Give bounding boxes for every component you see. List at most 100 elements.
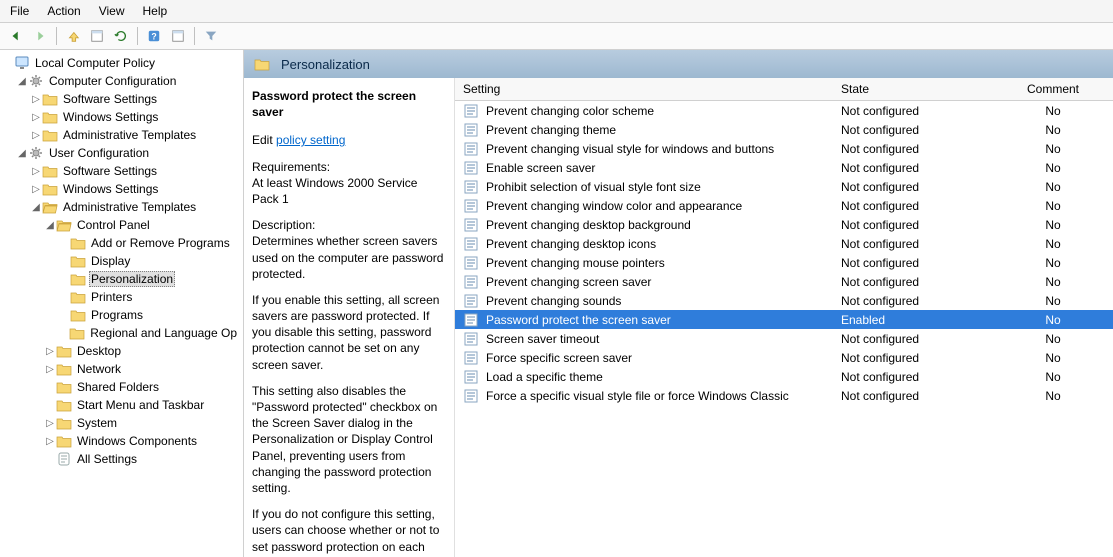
setting-row[interactable]: Force specific screen saverNot configure…	[455, 348, 1113, 367]
tree-shared[interactable]: Shared Folders	[0, 378, 243, 396]
setting-row[interactable]: Prevent changing mouse pointersNot confi…	[455, 253, 1113, 272]
back-button[interactable]	[6, 26, 26, 46]
menu-action[interactable]: Action	[47, 4, 80, 18]
setting-name: Prevent changing desktop background	[486, 218, 691, 232]
setting-name: Prevent changing window color and appear…	[486, 199, 742, 213]
setting-row[interactable]: Prevent changing visual style for window…	[455, 139, 1113, 158]
column-headers[interactable]: Setting State Comment	[455, 78, 1113, 101]
setting-state: Enabled	[833, 310, 993, 329]
setting-state: Not configured	[833, 196, 993, 215]
description-label: Description:	[252, 218, 315, 232]
tree-network[interactable]: ▷Network	[0, 360, 243, 378]
tree-pane[interactable]: Local Computer Policy◢Computer Configura…	[0, 50, 244, 557]
export-button[interactable]	[111, 26, 131, 46]
setting-row[interactable]: Prevent changing desktop backgroundNot c…	[455, 215, 1113, 234]
setting-comment: No	[993, 272, 1113, 291]
setting-row[interactable]: Prevent changing desktop icons Not config…	[455, 234, 1113, 253]
tree-allsettings[interactable]: All Settings	[0, 450, 243, 468]
expander-icon[interactable]: ▷	[30, 184, 42, 195]
tree-cp-add-or-remove-programs[interactable]: Add or Remove Programs	[0, 234, 243, 252]
setting-row[interactable]: Load a specific themeNot configuredNo	[455, 367, 1113, 386]
setting-name: Prevent changing screen saver	[486, 275, 651, 289]
setting-row[interactable]: Prevent changing themeNot configuredNo	[455, 120, 1113, 139]
menu-view[interactable]: View	[99, 4, 125, 18]
setting-name: Prevent changing mouse pointers	[486, 256, 665, 270]
expander-icon[interactable]: ▷	[44, 436, 56, 447]
folder-icon	[254, 56, 270, 72]
setting-row[interactable]: Force a specific visual style file or fo…	[455, 386, 1113, 405]
setting-row[interactable]: Prevent changing screen saverNot configu…	[455, 272, 1113, 291]
forward-button[interactable]	[30, 26, 50, 46]
tree-user-config[interactable]: ◢User Configuration	[0, 144, 243, 162]
setting-comment: No	[993, 120, 1113, 139]
tree-cp-display[interactable]: Display	[0, 252, 243, 270]
menu-help[interactable]: Help	[143, 4, 168, 18]
setting-state: Not configured	[833, 348, 993, 367]
tree-wincomp[interactable]: ▷ Windows Components	[0, 432, 243, 450]
expander-icon[interactable]: ▷	[30, 166, 42, 177]
setting-name: Load a specific theme	[486, 370, 603, 384]
setting-comment: No	[993, 139, 1113, 158]
edit-policy-link[interactable]: policy setting	[276, 133, 345, 147]
expander-icon[interactable]: ◢	[16, 76, 28, 87]
settings-list[interactable]: Setting State Comment Prevent changing c…	[454, 78, 1113, 557]
tree-label: Regional and Language Op	[88, 326, 239, 340]
setting-comment: No	[993, 348, 1113, 367]
tree-label: Shared Folders	[75, 380, 161, 394]
category-header: Personalization	[244, 50, 1113, 78]
setting-comment: No	[993, 329, 1113, 348]
up-button[interactable]	[63, 26, 83, 46]
setting-state: Not configured	[833, 177, 993, 196]
tree-label: Start Menu and Taskbar	[75, 398, 206, 412]
expander-icon[interactable]: ▷	[44, 418, 56, 429]
tree-label: Desktop	[75, 344, 123, 358]
tree-startmenu[interactable]: Start Menu and Taskbar	[0, 396, 243, 414]
requirements-label: Requirements:	[252, 160, 330, 174]
setting-row[interactable]: Password protect the screen saverEnabled…	[455, 310, 1113, 329]
setting-comment: No	[993, 253, 1113, 272]
setting-comment: No	[993, 177, 1113, 196]
menu-file[interactable]: File	[10, 4, 29, 18]
tree-label: System	[75, 416, 119, 430]
col-comment[interactable]: Comment	[993, 78, 1113, 101]
expander-icon[interactable]: ◢	[30, 202, 42, 213]
setting-name: Prevent changing desktop icons	[486, 237, 656, 251]
expander-icon[interactable]: ◢	[44, 220, 56, 231]
col-setting[interactable]: Setting	[455, 78, 833, 101]
tree-cp-programs[interactable]: Programs	[0, 306, 243, 324]
tree-cp-printers[interactable]: Printers	[0, 288, 243, 306]
setting-row[interactable]: Prevent changing color schemeNot configu…	[455, 101, 1113, 121]
setting-row[interactable]: Screen saver timeoutNot configuredNo	[455, 329, 1113, 348]
setting-row[interactable]: Prevent changing soundsNot configuredNo	[455, 291, 1113, 310]
setting-icon	[463, 388, 479, 404]
expander-icon[interactable]: ◢	[16, 148, 28, 159]
expander-icon[interactable]: ▷	[44, 364, 56, 375]
filter-button[interactable]	[201, 26, 221, 46]
tree-system[interactable]: ▷ System	[0, 414, 243, 432]
setting-state: Not configured	[833, 234, 993, 253]
setting-state: Not configured	[833, 139, 993, 158]
setting-name: Prevent changing sounds	[486, 294, 621, 308]
setting-comment: No	[993, 196, 1113, 215]
description-p3: This setting also disables the "Password…	[252, 383, 446, 496]
setting-row[interactable]: Prohibit selection of visual style font …	[455, 177, 1113, 196]
tree-cp-personalization[interactable]: Personalization	[0, 270, 243, 288]
col-state[interactable]: State	[833, 78, 993, 101]
setting-row[interactable]: Enable screen saverNot configuredNo	[455, 158, 1113, 177]
requirements-text: At least Windows 2000 Service Pack 1	[252, 176, 417, 206]
setting-comment: No	[993, 386, 1113, 405]
expander-icon[interactable]: ▷	[44, 346, 56, 357]
properties-button[interactable]	[168, 26, 188, 46]
tree-label: Programs	[89, 308, 145, 322]
tree-label: Windows Components	[75, 434, 199, 448]
setting-comment: No	[993, 158, 1113, 177]
setting-comment: No	[993, 310, 1113, 329]
description-p4: If you do not configure this setting, us…	[252, 506, 446, 557]
show-hide-tree-button[interactable]	[87, 26, 107, 46]
setting-row[interactable]: Prevent changing window color and appear…	[455, 196, 1113, 215]
help-button[interactable]	[144, 26, 164, 46]
separator	[56, 27, 57, 45]
tree-cp-regional-and-language-op[interactable]: Regional and Language Op	[0, 324, 243, 342]
setting-name: Screen saver timeout	[486, 332, 599, 346]
tree-desktop[interactable]: ▷ Desktop	[0, 342, 243, 360]
